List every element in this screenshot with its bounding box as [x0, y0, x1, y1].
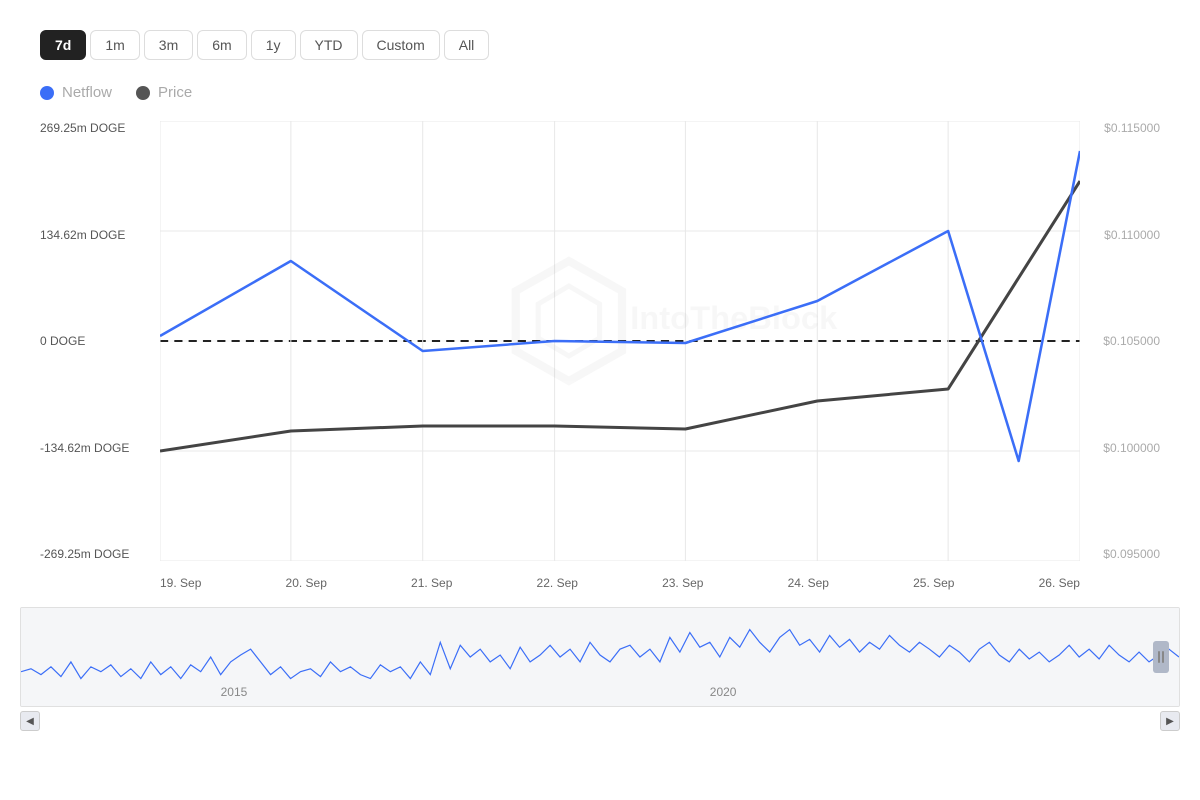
main-container: 7d1m3m6m1yYTDCustomAll Netflow Price 269…	[0, 0, 1200, 800]
legend-item-price: Price	[136, 84, 192, 101]
time-btn-1y[interactable]: 1y	[251, 30, 296, 60]
x-label-4: 23. Sep	[662, 576, 703, 590]
x-label-0: 19. Sep	[160, 576, 201, 590]
nav-handle-line-1	[1158, 651, 1160, 663]
x-label-7: 26. Sep	[1039, 576, 1080, 590]
nav-arrow-right[interactable]: ▶	[1160, 711, 1180, 731]
y-axis-left: 269.25m DOGE 134.62m DOGE 0 DOGE -134.62m D…	[40, 121, 160, 561]
main-chart-area: 269.25m DOGE 134.62m DOGE 0 DOGE -134.62m D…	[10, 121, 1190, 601]
legend-item-netflow: Netflow	[40, 84, 112, 101]
time-btn-all[interactable]: All	[444, 30, 490, 60]
x-axis: 19. Sep 20. Sep 21. Sep 22. Sep 23. Sep 24. S…	[160, 565, 1080, 601]
x-label-3: 22. Sep	[537, 576, 578, 590]
y-label-right-1: $0.110000	[1104, 228, 1160, 242]
mini-chart[interactable]: 2015 2020	[20, 607, 1180, 707]
y-label-left-0: 269.25m DOGE	[40, 121, 160, 135]
legend-dot-price	[136, 86, 150, 100]
time-btn-6m[interactable]: 6m	[197, 30, 246, 60]
time-btn-7d[interactable]: 7d	[40, 30, 86, 60]
chart-svg-container: IntoTheBlock	[160, 121, 1080, 561]
x-label-5: 24. Sep	[788, 576, 829, 590]
x-label-2: 21. Sep	[411, 576, 452, 590]
time-btn-custom[interactable]: Custom	[362, 30, 440, 60]
time-btn-ytd[interactable]: YTD	[300, 30, 358, 60]
legend-label-price: Price	[158, 84, 192, 101]
y-label-left-1: 134.62m DOGE	[40, 228, 160, 242]
svg-text:IntoTheBlock: IntoTheBlock	[630, 300, 838, 336]
y-label-left-2: 0 DOGE	[40, 334, 160, 348]
nav-arrow-left[interactable]: ◀	[20, 711, 40, 731]
y-label-right-4: $0.095000	[1103, 547, 1160, 561]
y-label-right-3: $0.100000	[1103, 441, 1160, 455]
nav-handle-lines	[1158, 651, 1164, 663]
nav-handle-line-2	[1162, 651, 1164, 663]
chart-svg: IntoTheBlock	[160, 121, 1080, 561]
nav-arrows-container: ◀ ▶	[10, 707, 1190, 735]
time-range-selector: 7d1m3m6m1yYTDCustomAll	[10, 20, 1190, 80]
x-label-6: 25. Sep	[913, 576, 954, 590]
y-label-right-0: $0.115000	[1104, 121, 1160, 135]
y-label-left-3: -134.62m DOGE	[40, 441, 160, 455]
time-btn-3m[interactable]: 3m	[144, 30, 193, 60]
nav-handle[interactable]	[1153, 641, 1169, 673]
chart-inner: 269.25m DOGE 134.62m DOGE 0 DOGE -134.62m D…	[40, 121, 1160, 601]
watermark: IntoTheBlock	[516, 261, 839, 381]
y-label-right-2: $0.105000	[1103, 334, 1160, 348]
year-2015: 2015	[221, 685, 248, 699]
x-label-1: 20. Sep	[286, 576, 327, 590]
time-btn-1m[interactable]: 1m	[90, 30, 139, 60]
y-label-left-4: -269.25m DOGE	[40, 547, 160, 561]
mini-chart-svg: 2015 2020	[21, 608, 1179, 706]
year-2020: 2020	[710, 685, 737, 699]
y-axis-right: $0.115000 $0.110000 $0.105000 $0.100000 $0.0…	[1080, 121, 1160, 561]
legend-dot-netflow	[40, 86, 54, 100]
chart-legend: Netflow Price	[10, 80, 1190, 121]
legend-label-netflow: Netflow	[62, 84, 112, 101]
